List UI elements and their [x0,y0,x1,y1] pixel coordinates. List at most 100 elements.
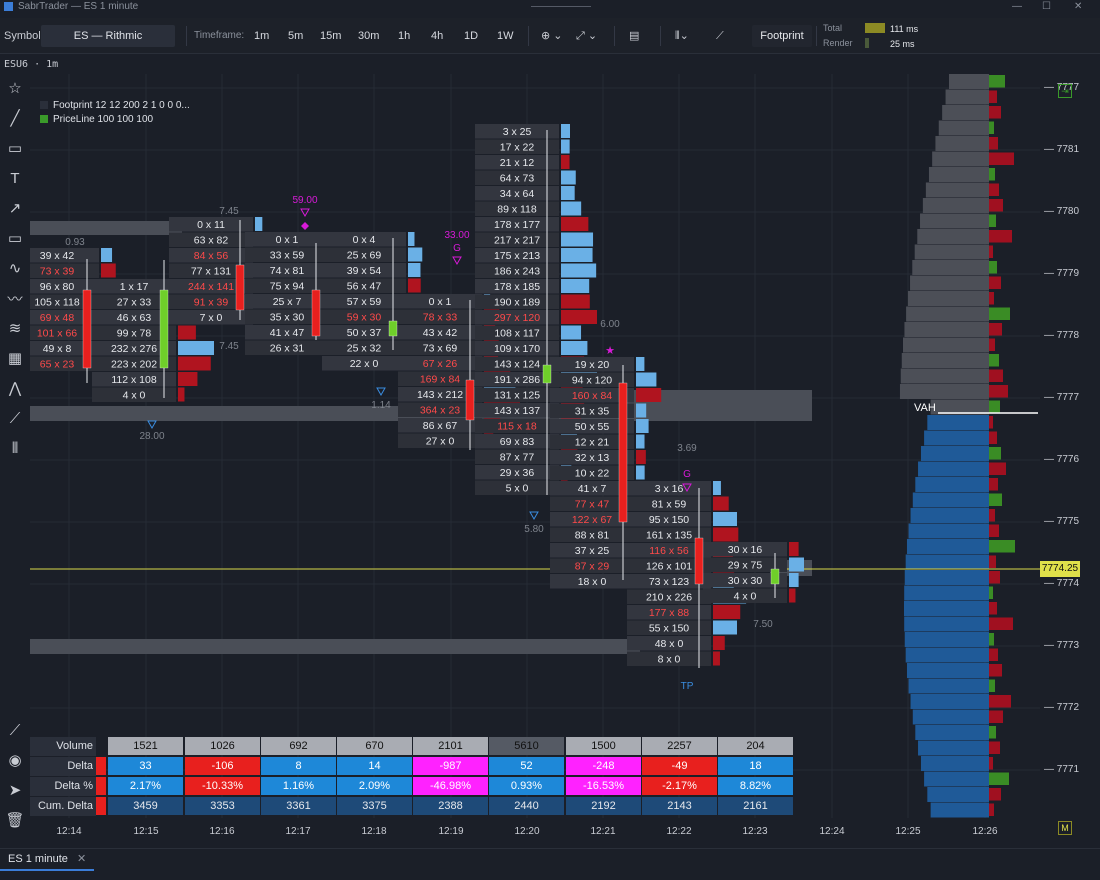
tab-label: ES 1 minute [8,853,68,865]
footprint-row: 96 x 80 [40,281,75,293]
volume-bar [561,170,576,185]
timeframe-1h[interactable]: 1h [398,18,410,54]
footprint-row: 55 x 150 [649,623,689,635]
text-tool-icon[interactable]: T [5,168,25,188]
volume-profile-bar [904,322,989,337]
wave-tool-icon[interactable]: ∿ [5,258,25,278]
minimize-icon[interactable]: — [1012,0,1022,13]
delta-profile-bar [989,416,993,429]
divider [186,26,187,46]
volume-cell: 5610 [489,737,564,755]
volume-bar [561,325,582,340]
footprint-row: 43 x 42 [423,327,458,339]
volume-cell: 1521 [108,737,183,755]
symbol-selector[interactable]: ES — Rithmic [41,25,175,47]
timeframe-1w[interactable]: 1W [497,18,514,54]
maximize-icon[interactable]: ☐ [1042,0,1051,13]
footprint-row: 57 x 59 [347,296,382,308]
footprint-row: 77 x 47 [575,499,610,511]
grid-tool-icon[interactable]: ▦ [5,348,25,368]
candle-body [542,364,552,384]
magnet-toggle[interactable]: ⇥ [1058,84,1072,98]
delta-profile-bar [989,571,1000,584]
footprint-row: 21 x 12 [500,157,535,169]
volume-profile-bar [904,616,989,632]
m-button[interactable]: M [1058,821,1072,835]
path-tool-icon[interactable]: 〰 [5,288,25,308]
ruler-icon[interactable]: ▭ [5,138,25,158]
candles-menu-icon[interactable]: ⫴⌄ [675,18,689,54]
down-triangle-icon [376,387,386,397]
time-axis[interactable]: 12:14 12:15 12:16 12:17 12:18 12:19 12:20 12:21… [30,820,1040,844]
footprint-row: 109 x 170 [494,343,540,355]
cum-delta-cell: 2143 [642,797,717,815]
footprint-row: 1 x 17 [120,281,149,293]
volume-bar [561,294,590,309]
volume-cell: 670 [337,737,412,755]
scale-menu-icon[interactable]: ⤢ ⌄ [576,18,597,54]
footprint-row: 3 x 25 [503,126,532,138]
price-tick: — 7775 [1044,516,1080,527]
cursor-icon[interactable]: ➤ [5,780,25,800]
timeframe-30m[interactable]: 30m [358,18,379,54]
pattern-tool-icon[interactable]: ⋀ [5,378,25,398]
footprint-row: 0 x 1 [429,296,452,308]
delta-pct-cell: -46.98% [413,777,488,795]
price-axis[interactable]: — 7777— 7781— 7780— 7779— 7778— 7777— 77… [1040,74,1100,844]
timeframe-4h[interactable]: 4h [431,18,443,54]
delta-profile-bar [989,803,994,816]
delta-cell: -248 [566,757,641,775]
trash-icon[interactable]: 🗑 [5,810,25,830]
fib-tool-icon[interactable]: ⦀ [5,438,25,458]
footprint-row: 41 x 47 [270,327,305,339]
volume-bar [561,310,597,324]
delta-profile-bar [989,400,1000,413]
indicator-icon[interactable]: ⟋ [716,18,724,54]
star-icon[interactable]: ☆ [5,78,25,98]
zigzag-tool-icon[interactable]: ⟋ [5,408,25,428]
cum-delta-cell: 2161 [718,797,793,815]
volume-bar [561,217,589,231]
footprint-chart[interactable]: VAH 39 x 42 73 x 39 96 x 80 105 x 118 69 x 48… [30,74,1040,818]
value-marker: 6.00 [600,319,620,330]
timeframe-15m[interactable]: 15m [320,18,341,54]
volume-bar [713,636,725,650]
crosshair-menu-icon[interactable]: ⊕ ⌄ [541,18,563,54]
volume-bar [713,481,721,495]
rectangle-tool-icon[interactable]: ▭ [5,228,25,248]
delta-profile-bar [989,90,997,103]
row-label: Volume [30,737,96,756]
notes-icon[interactable]: ▤ [629,18,639,54]
cum-delta-cell: 3353 [185,797,260,815]
drag-handle[interactable] [531,6,591,7]
footprint-row: 364 x 23 [420,405,460,417]
close-icon[interactable]: ✕ [1074,0,1082,13]
candle-body [694,537,704,585]
arrow-tool-icon[interactable]: ↗ [5,198,25,218]
legend-priceline[interactable]: PriceLine 100 100 100 [53,114,153,125]
eye-icon[interactable]: ◉ [5,750,25,770]
timeframe-1m[interactable]: 1m [254,18,269,54]
timeframe-1d[interactable]: 1D [464,18,478,54]
footprint-row: 63 x 82 [194,235,229,247]
down-triangle-icon [147,420,157,430]
delta-profile-bar [989,338,995,351]
delta-profile-bar [989,540,1015,553]
footprint-row: 49 x 8 [43,343,72,355]
footprint-button[interactable]: Footprint [752,25,812,47]
chart-stats-icon[interactable]: ⟋ [5,720,25,740]
tab-es-1-minute[interactable]: ES 1 minute ✕ [0,849,95,871]
legend-footprint[interactable]: Footprint 12 12 200 2 1 0 0 0... [53,100,190,111]
delta-profile-bar [989,385,1008,398]
footprint-row: 25 x 7 [273,296,302,308]
footprint-row: 223 x 202 [111,359,157,371]
footprint-row: 115 x 18 [497,421,537,433]
timeframe-5m[interactable]: 5m [288,18,303,54]
footprint-row: 178 x 185 [494,281,540,293]
footprint-row: 74 x 81 [270,265,305,277]
channel-tool-icon[interactable]: ≋ [5,318,25,338]
close-tab-icon[interactable]: ✕ [77,853,86,865]
time-tick: 12:18 [361,826,387,837]
line-tool-icon[interactable]: ╱ [5,108,25,128]
tp-marker: TP [681,681,694,692]
